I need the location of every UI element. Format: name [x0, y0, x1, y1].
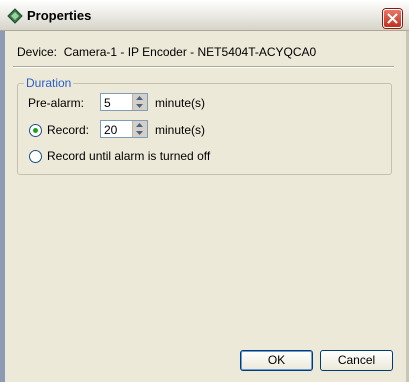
- cancel-button[interactable]: Cancel: [320, 350, 393, 371]
- pre-alarm-unit: minute(s): [155, 96, 206, 110]
- pre-alarm-value[interactable]: 5: [104, 96, 111, 110]
- window-frame-left: [0, 31, 5, 382]
- record-unit: minute(s): [155, 123, 206, 137]
- spinner-down-icon[interactable]: [135, 103, 144, 109]
- window-title: Properties: [27, 8, 92, 23]
- spinner-up-icon[interactable]: [135, 95, 144, 101]
- device-line: Device: Camera-1 - IP Encoder - NET5404T…: [17, 45, 316, 59]
- close-icon: [387, 13, 398, 24]
- ok-button[interactable]: OK: [240, 350, 313, 371]
- record-radio[interactable]: [29, 124, 42, 137]
- spinner-down-icon[interactable]: [135, 130, 144, 136]
- pre-alarm-spinner[interactable]: 5: [100, 93, 148, 111]
- record-label[interactable]: Record:: [47, 123, 89, 137]
- device-value: Camera-1 - IP Encoder - NET5404T-ACYQCA0: [63, 45, 317, 59]
- record-spinner[interactable]: 20: [100, 120, 148, 138]
- diamond-app-icon: [7, 8, 23, 24]
- radio-selected-dot: [33, 128, 38, 133]
- duration-legend: Duration: [26, 76, 72, 90]
- title-bar[interactable]: Properties: [0, 0, 409, 31]
- record-until-alarm-radio[interactable]: [29, 150, 42, 163]
- device-label: Device:: [17, 45, 58, 59]
- pre-alarm-label: Pre-alarm:: [28, 96, 85, 110]
- record-value[interactable]: 20: [104, 123, 117, 137]
- separator-highlight: [13, 67, 394, 68]
- spinner-up-icon[interactable]: [135, 122, 144, 128]
- record-until-alarm-label[interactable]: Record until alarm is turned off: [47, 149, 210, 163]
- pre-alarm-spinner-arrows[interactable]: [132, 94, 147, 110]
- record-spinner-arrows[interactable]: [132, 121, 147, 137]
- close-button[interactable]: [383, 9, 402, 28]
